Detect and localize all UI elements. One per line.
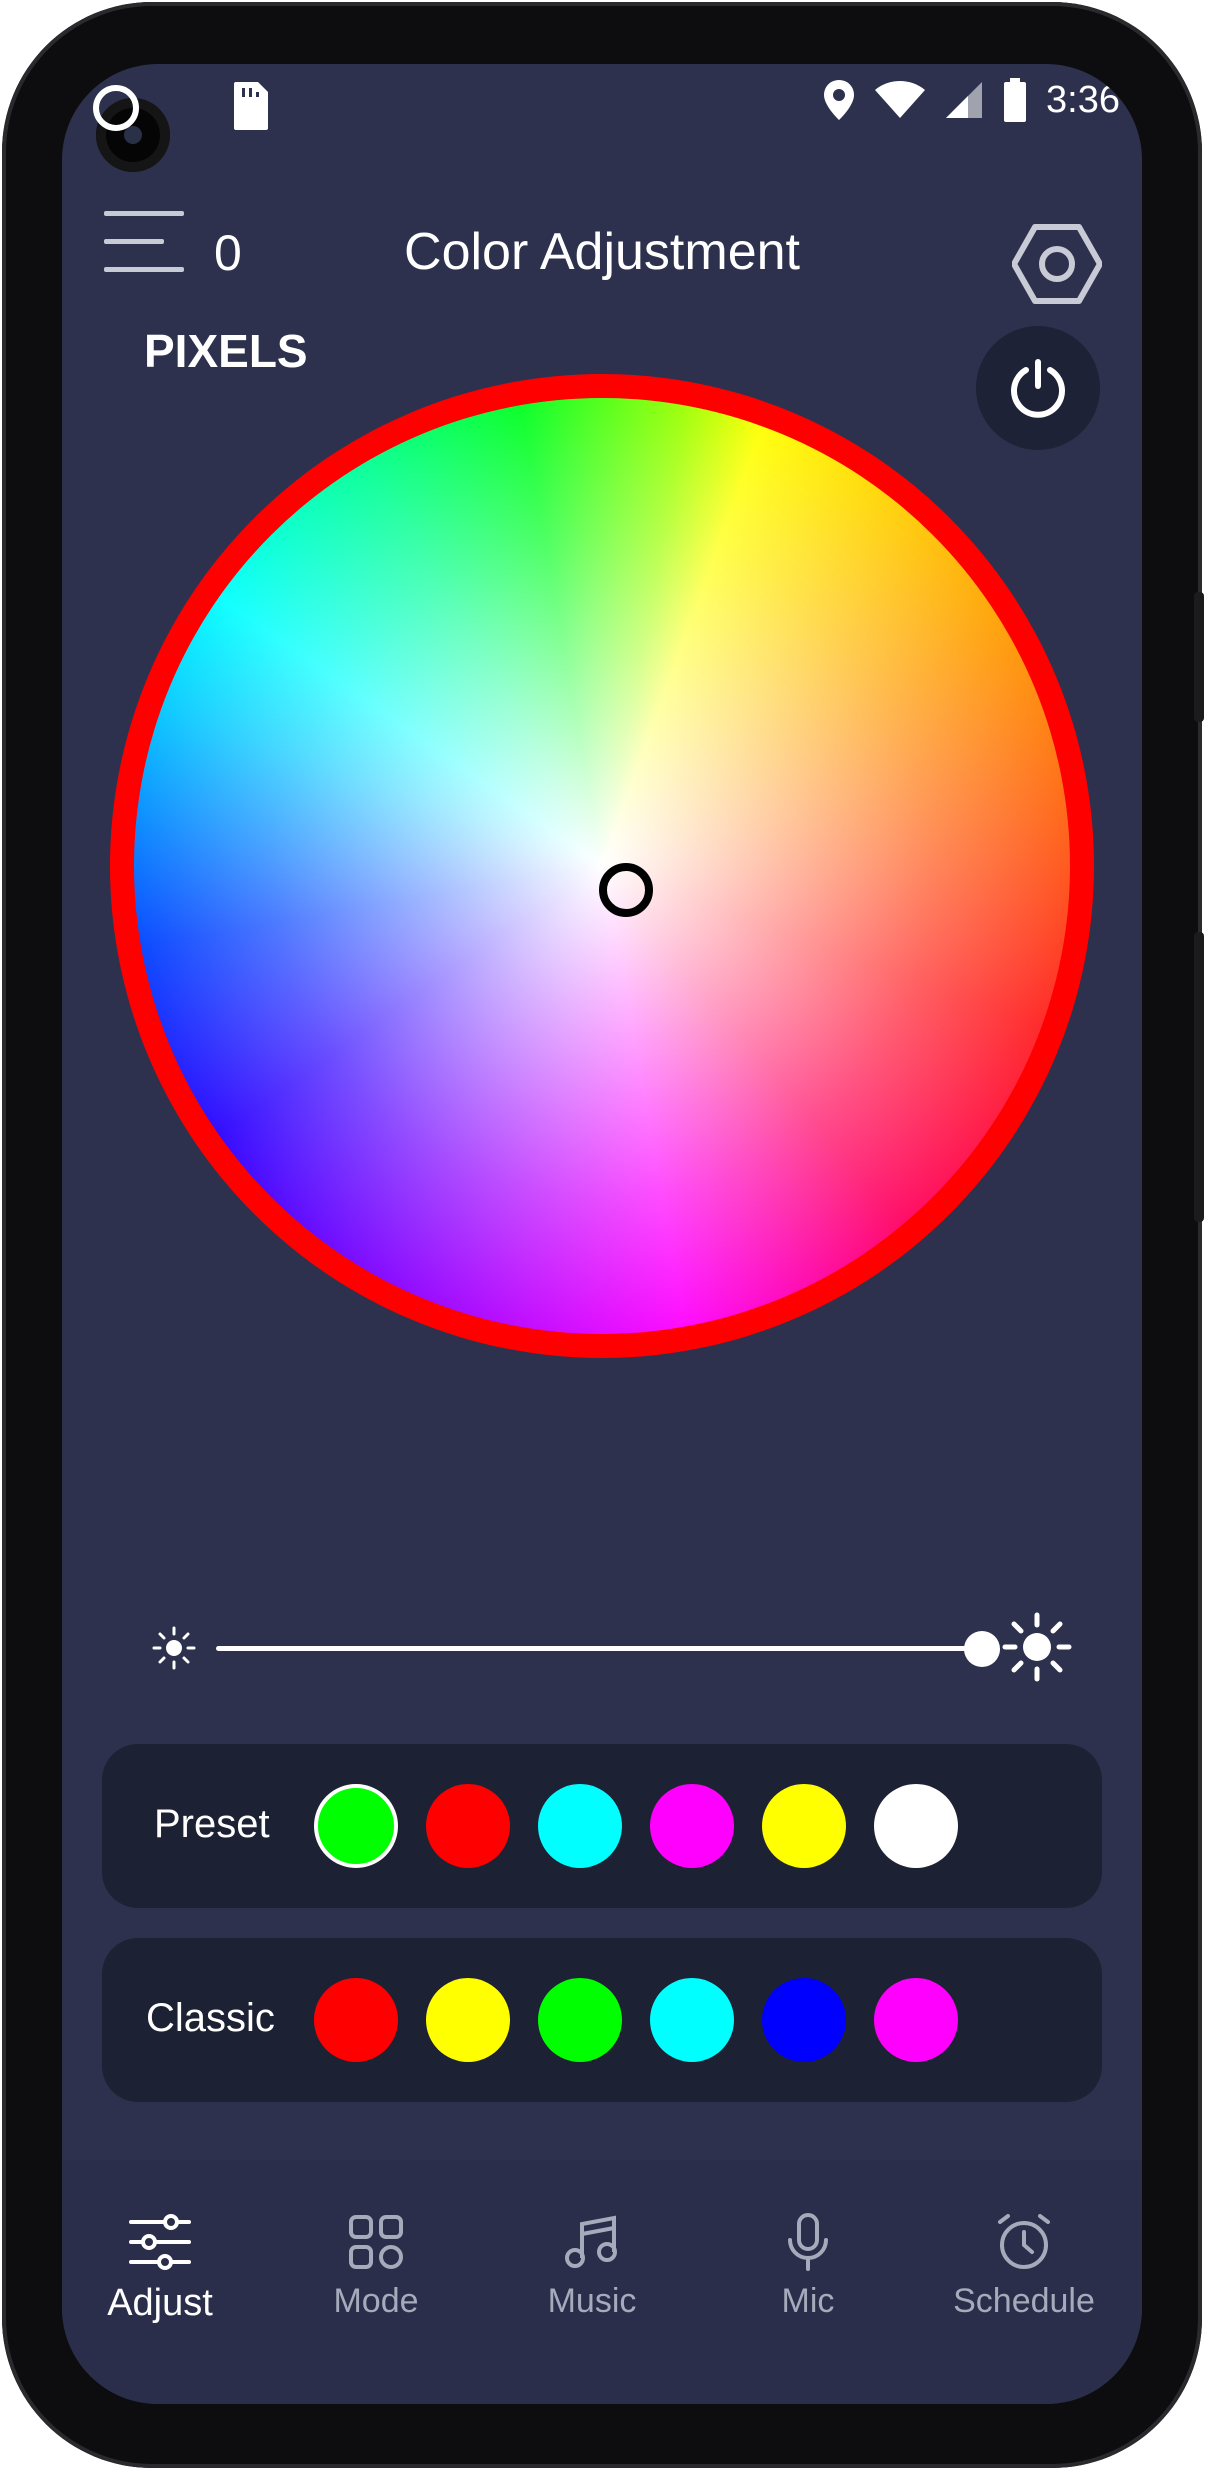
nav-mic[interactable]: Mic <box>718 2212 898 2321</box>
nav-schedule-label: Schedule <box>953 2282 1095 2320</box>
wifi-icon <box>875 81 926 118</box>
mic-icon <box>788 2213 828 2271</box>
nav-schedule[interactable]: Schedule <box>934 2212 1114 2321</box>
preset-swatch-4[interactable] <box>650 1784 734 1868</box>
app-screen: 3:36 0 Color Adjustment PIXELS Preset Cl… <box>62 64 1142 2404</box>
brightness-row <box>102 1604 1102 1684</box>
nav-music-label: Music <box>547 2282 637 2320</box>
battery-icon <box>1004 78 1027 122</box>
camera-cutout-ring-icon <box>93 85 139 131</box>
alarm-icon <box>998 2214 1050 2269</box>
bottom-nav: Adjust Mode Music Mic Schedule <box>62 2160 1142 2404</box>
color-wheel-handle[interactable] <box>599 863 653 917</box>
side-button <box>1194 932 1204 1222</box>
preset-swatches <box>314 1784 958 1868</box>
preset-swatch-6[interactable] <box>874 1784 958 1868</box>
power-button[interactable] <box>976 326 1100 450</box>
classic-swatch-2[interactable] <box>426 1978 510 2062</box>
status-bar: 3:36 <box>62 64 1142 172</box>
classic-swatch-1[interactable] <box>314 1978 398 2062</box>
nav-adjust[interactable]: Adjust <box>70 2212 250 2325</box>
sim-icon <box>234 82 268 130</box>
phone-frame: 3:36 0 Color Adjustment PIXELS Preset Cl… <box>2 2 1204 2468</box>
nav-mic-label: Mic <box>781 2282 835 2320</box>
signal-icon <box>946 82 983 118</box>
nav-mode[interactable]: Mode <box>286 2212 466 2321</box>
volume-button <box>1194 592 1204 722</box>
preset-swatch-2[interactable] <box>426 1784 510 1868</box>
grid-icon <box>349 2215 403 2269</box>
classic-swatch-5[interactable] <box>762 1978 846 2062</box>
app-header: 0 Color Adjustment <box>62 164 1142 304</box>
nav-music[interactable]: Music <box>502 2212 682 2321</box>
nav-mode-label: Mode <box>333 2282 419 2320</box>
classic-panel: Classic <box>102 1938 1102 2102</box>
classic-swatches <box>314 1978 958 2062</box>
sliders-icon <box>129 2214 191 2270</box>
color-wheel-ring <box>110 374 1094 1358</box>
brightness-slider-thumb[interactable] <box>964 1631 1000 1667</box>
preset-swatch-5[interactable] <box>762 1784 846 1868</box>
nav-adjust-label: Adjust <box>107 2282 213 2324</box>
classic-swatch-3[interactable] <box>538 1978 622 2062</box>
brightness-high-icon <box>1002 1612 1072 1682</box>
classic-swatch-4[interactable] <box>650 1978 734 2062</box>
brightness-low-icon <box>152 1626 196 1670</box>
classic-swatch-6[interactable] <box>874 1978 958 2062</box>
preset-label: Preset <box>154 1802 270 1846</box>
settings-hex-icon[interactable] <box>1012 219 1102 309</box>
brightness-slider[interactable] <box>216 1631 1000 1667</box>
page-title: Color Adjustment <box>404 223 800 281</box>
power-icon <box>1011 359 1065 418</box>
color-wheel[interactable] <box>134 398 1070 1334</box>
clock-time: 3:36 <box>1046 78 1120 121</box>
preset-panel: Preset <box>102 1744 1102 1908</box>
music-icon <box>565 2215 617 2268</box>
classic-label: Classic <box>146 1996 275 2040</box>
preset-swatch-1[interactable] <box>314 1784 398 1868</box>
location-icon <box>824 80 855 120</box>
device-name: PIXELS <box>144 325 308 377</box>
preset-swatch-3[interactable] <box>538 1784 622 1868</box>
